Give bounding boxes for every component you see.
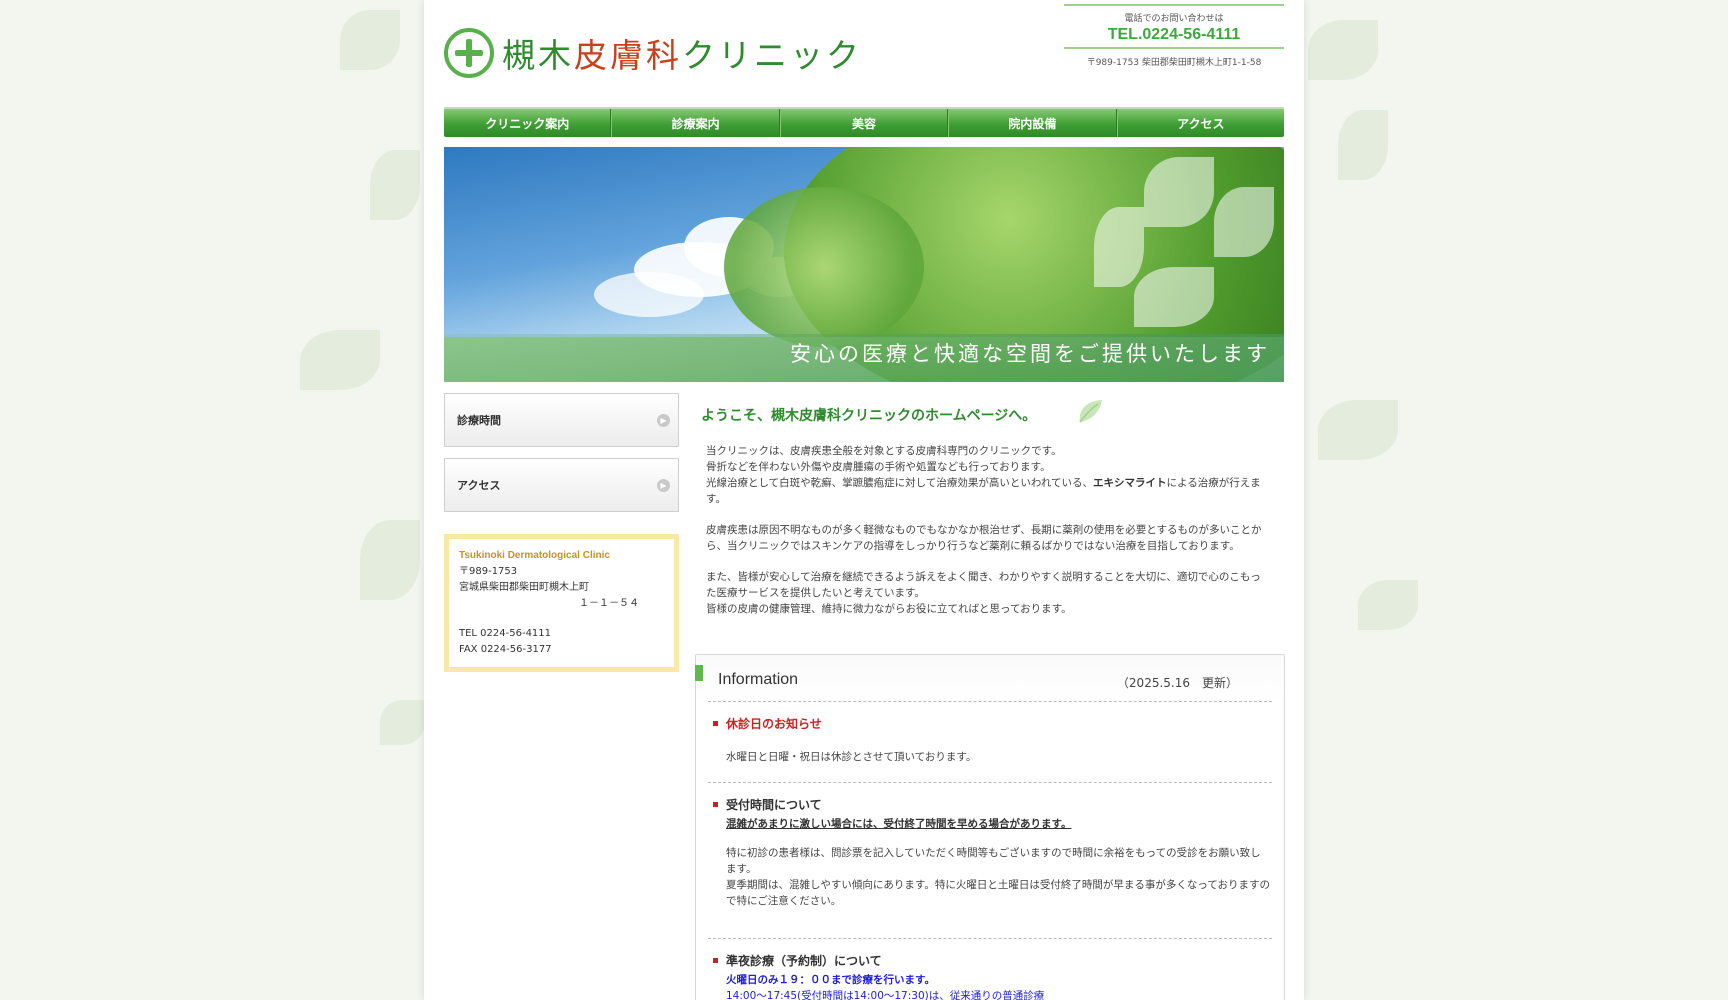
nav-item-treatment[interactable]: 診療案内 bbox=[611, 109, 780, 137]
hero-caption: 安心の医療と快適な空間をご提供いたします bbox=[790, 342, 1270, 366]
background-decoration-right bbox=[1298, 0, 1728, 1000]
sidebar-button-label: アクセス bbox=[457, 479, 501, 492]
clinic-address: 宮城県柴田郡柴田町槻木上町 bbox=[459, 582, 589, 593]
sidebar-button-label: 診療時間 bbox=[457, 414, 501, 427]
main-nav: クリニック案内 診療案内 美容 院内設備 アクセス bbox=[444, 107, 1284, 137]
information-updated: （2025.5.16 更新） bbox=[1116, 676, 1238, 690]
medical-cross-icon bbox=[444, 28, 494, 78]
sidebar-button-access[interactable]: アクセス ▶ bbox=[444, 458, 679, 512]
info-entry: 受付時間について 混雑があまりに激しい場合には、受付終了時間を早める場合がありま… bbox=[696, 783, 1284, 938]
clinic-address-number: １－１－５４ bbox=[579, 598, 639, 609]
info-entry: 休診日のお知らせ 水曜日と日曜・祝日は休診とさせて頂いております。 bbox=[696, 702, 1284, 782]
clinic-info-box: Tsukinoki Dermatological Clinic 〒989-175… bbox=[444, 534, 679, 672]
clinic-tel: TEL 0224-56-4111 bbox=[459, 628, 552, 639]
hero-banner: 安心の医療と快適な空間をご提供いたします bbox=[444, 147, 1284, 382]
contact-address: 〒989-1753 柴田郡柴田町槻木上町1-1-58 bbox=[1086, 58, 1262, 68]
info-entry-title: 受付時間について bbox=[726, 798, 822, 812]
nav-item-facilities[interactable]: 院内設備 bbox=[948, 109, 1117, 137]
contact-lead: 電話でのお問い合わせは bbox=[1124, 14, 1224, 24]
logo-text: 槻木皮膚科クリニック bbox=[502, 36, 862, 75]
info-entry-title: 準夜診療（予約制）について bbox=[726, 954, 882, 968]
clinic-postal: 〒989-1753 bbox=[459, 566, 518, 577]
nav-item-clinic[interactable]: クリニック案内 bbox=[444, 109, 612, 137]
information-title: Information bbox=[718, 671, 799, 688]
contact-phone[interactable]: TEL.0224-56-4111 bbox=[1064, 26, 1284, 44]
leaf-icon bbox=[1079, 400, 1102, 423]
clinic-fax: FAX 0224-56-3177 bbox=[459, 644, 552, 655]
arrow-right-icon: ▶ bbox=[657, 414, 670, 427]
intro-text: 当クリニックは、皮膚疾患全般を対象とする皮膚科専門のクリニックです。 骨折などを… bbox=[706, 445, 1262, 615]
excimer-light-text: エキシマライト bbox=[1093, 477, 1167, 489]
site-logo[interactable]: 槻木皮膚科クリニック bbox=[444, 28, 862, 78]
welcome-heading: ようこそ、槻木皮膚科クリニックのホームページへ。 bbox=[701, 408, 1037, 424]
arrow-right-icon: ▶ bbox=[657, 479, 670, 492]
clinic-name-en: Tsukinoki Dermatological Clinic bbox=[459, 550, 610, 561]
header-contact: 電話でのお問い合わせは TEL.0224-56-4111 〒989-1753 柴… bbox=[1064, 4, 1284, 68]
information-panel: Information （2025.5.16 更新） 休診日のお知らせ 水曜日と… bbox=[695, 654, 1285, 1000]
page-container: 槻木皮膚科クリニック 電話でのお問い合わせは TEL.0224-56-4111 … bbox=[424, 0, 1304, 1000]
nav-item-access[interactable]: アクセス bbox=[1116, 109, 1284, 137]
info-entry: 準夜診療（予約制）について 火曜日のみ１９：００まで診療を行います。 14:00… bbox=[696, 939, 1284, 1000]
background-decoration-left bbox=[0, 0, 430, 1000]
sidebar-button-hours[interactable]: 診療時間 ▶ bbox=[444, 393, 679, 447]
info-entry-notice: 混雑があまりに激しい場合には、受付終了時間を早める場合があります。 bbox=[726, 818, 1072, 830]
info-entry-title: 休診日のお知らせ bbox=[726, 717, 822, 731]
nav-item-beauty[interactable]: 美容 bbox=[779, 109, 949, 137]
